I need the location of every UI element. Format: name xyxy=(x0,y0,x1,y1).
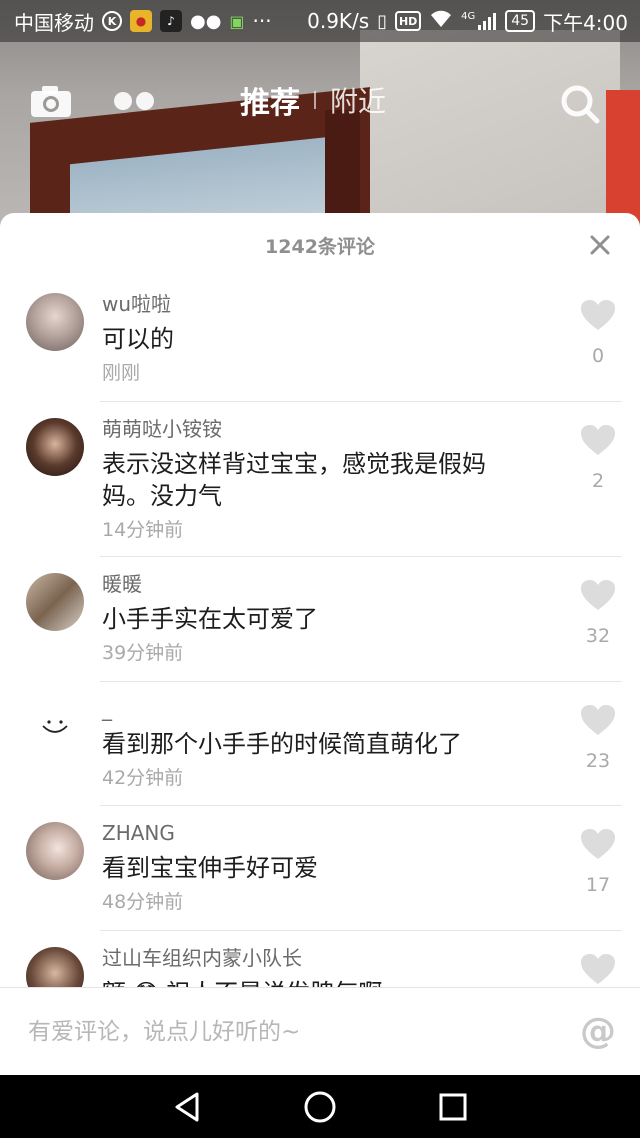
comment-text[interactable]: 表示没这样背过宝宝，感觉我是假妈妈。没力气 xyxy=(102,448,522,512)
comment-text[interactable]: 小手手实在太可爱了 xyxy=(102,603,542,635)
home-icon[interactable] xyxy=(300,1087,340,1127)
recents-icon[interactable] xyxy=(433,1087,473,1127)
comment-count-title: 1242条评论 xyxy=(265,235,375,258)
comment-item: ZHANG 看到宝宝伸手好可爱 48分钟前 17 xyxy=(0,806,640,931)
comment-time: 刚刚 xyxy=(102,362,141,384)
comment-time: 42分钟前 xyxy=(102,766,184,789)
comment-username[interactable]: wu啦啦 xyxy=(102,289,542,319)
comment-item: _ 看到那个小手手的时候简直萌化了 42分钟前 23 xyxy=(0,682,640,807)
top-nav: 推荐 附近 xyxy=(0,70,640,134)
battery-icon: 45 xyxy=(505,10,536,32)
comment-sheet: 1242条评论 wu啦啦 可以的 刚刚 0 萌萌哒小铵铵 表示没这样背过宝宝，感… xyxy=(0,213,640,1075)
comment-body: 过山车组织内蒙小队长 额 😳 祝人不是说发脾气啊 xyxy=(102,943,542,987)
lock-icon: ▣ xyxy=(229,11,245,31)
comment-text[interactable]: 看到那个小手手的时候简直萌化了 xyxy=(102,728,542,760)
comment-text[interactable]: 可以的 xyxy=(102,323,542,355)
like-count: 17 xyxy=(585,874,611,897)
status-left: 中国移动 K ● ♪ ●● ▣ ··· xyxy=(14,7,272,36)
like-button[interactable]: 2 xyxy=(578,424,618,492)
comment-item: wu啦啦 可以的 刚刚 0 xyxy=(0,277,640,402)
comment-username[interactable]: 暖暖 xyxy=(102,569,542,599)
signal-type: 4G xyxy=(461,11,476,22)
like-count: 2 xyxy=(591,469,605,492)
comment-item: 萌萌哒小铵铵 表示没这样背过宝宝，感觉我是假妈妈。没力气 14分钟前 2 xyxy=(0,402,640,558)
like-button[interactable]: 0 xyxy=(578,299,618,367)
like-button[interactable]: 32 xyxy=(578,579,618,647)
like-count: 23 xyxy=(585,749,611,772)
k-app-icon: K xyxy=(102,11,122,31)
heart-icon xyxy=(581,424,615,455)
comment-time: 14分钟前 xyxy=(102,518,184,541)
net-speed: 0.9K/s xyxy=(307,9,370,33)
tiktok-icon: ♪ xyxy=(160,10,182,32)
comment-username[interactable]: 过山车组织内蒙小队长 xyxy=(102,943,542,973)
comment-text[interactable]: 看到宝宝伸手好可爱 xyxy=(102,852,542,884)
comment-username[interactable]: 萌萌哒小铵铵 xyxy=(102,414,542,444)
avatar[interactable] xyxy=(26,573,84,632)
smiley-icon xyxy=(42,720,68,733)
heart-icon xyxy=(581,704,615,735)
like-button[interactable] xyxy=(578,953,618,987)
comment-body: 暖暖 小手手实在太可爱了 39分钟前 xyxy=(102,569,542,667)
comment-time: 39分钟前 xyxy=(102,642,184,665)
clock: 下午4:00 xyxy=(543,10,628,35)
comment-body: _ 看到那个小手手的时候简直萌化了 42分钟前 xyxy=(102,694,542,792)
avatar[interactable] xyxy=(26,946,84,987)
sheet-header: 1242条评论 xyxy=(0,213,640,277)
heart-icon xyxy=(581,953,615,984)
tab-nearby[interactable]: 附近 xyxy=(330,80,386,120)
status-bar: 中国移动 K ● ♪ ●● ▣ ··· 0.9K/s ▯ HD 4G 45 下午… xyxy=(0,0,640,42)
comment-item: 过山车组织内蒙小队长 额 😳 祝人不是说发脾气啊 xyxy=(0,931,640,987)
comment-username[interactable]: ZHANG xyxy=(102,818,542,848)
wechat-icon: ●● xyxy=(190,10,222,32)
signal-icon: 4G xyxy=(461,11,497,31)
heart-icon xyxy=(581,300,615,330)
video-wall xyxy=(360,30,620,240)
avatar[interactable] xyxy=(26,822,84,881)
status-right: 0.9K/s ▯ HD 4G 45 下午4:00 xyxy=(307,7,628,36)
camera-icon[interactable] xyxy=(30,84,72,118)
android-nav-bar xyxy=(0,1075,640,1138)
avatar[interactable] xyxy=(26,697,84,756)
like-count: 0 xyxy=(591,345,605,367)
weibo-icon: ● xyxy=(130,10,152,32)
heart-icon xyxy=(581,580,615,611)
feed-tabs: 推荐 附近 xyxy=(240,78,386,122)
avatar[interactable] xyxy=(26,417,84,476)
wifi-icon xyxy=(429,9,453,34)
comment-username[interactable]: _ xyxy=(102,694,542,724)
hd-badge: HD xyxy=(395,11,422,31)
comment-body: ZHANG 看到宝宝伸手好可爱 48分钟前 xyxy=(102,818,542,916)
carrier-label: 中国移动 xyxy=(14,10,94,35)
at-mention-icon[interactable]: @ xyxy=(580,1012,616,1052)
vibrate-icon: ▯ xyxy=(377,10,388,32)
tab-separator xyxy=(314,91,316,109)
comment-input[interactable] xyxy=(28,1018,548,1045)
comment-input-bar: @ xyxy=(0,987,640,1075)
comment-list[interactable]: wu啦啦 可以的 刚刚 0 萌萌哒小铵铵 表示没这样背过宝宝，感觉我是假妈妈。没… xyxy=(0,277,640,987)
avatar[interactable] xyxy=(26,293,84,351)
search-icon[interactable] xyxy=(560,84,600,124)
comment-body: wu啦啦 可以的 刚刚 xyxy=(102,289,542,387)
comment-body: 萌萌哒小铵铵 表示没这样背过宝宝，感觉我是假妈妈。没力气 14分钟前 xyxy=(102,414,542,544)
close-icon[interactable] xyxy=(588,233,612,257)
comment-time: 48分钟前 xyxy=(102,891,184,914)
duo-dots-icon[interactable] xyxy=(114,92,156,112)
comment-text[interactable]: 额 😳 祝人不是说发脾气啊 xyxy=(102,977,542,987)
comment-item: 暖暖 小手手实在太可爱了 39分钟前 32 xyxy=(0,557,640,682)
heart-icon xyxy=(581,829,615,860)
like-button[interactable]: 23 xyxy=(578,704,618,772)
like-button[interactable]: 17 xyxy=(578,828,618,896)
back-icon[interactable] xyxy=(167,1087,207,1127)
like-count: 32 xyxy=(585,625,611,648)
tab-recommend[interactable]: 推荐 xyxy=(240,78,300,122)
more-icon: ··· xyxy=(252,9,272,33)
